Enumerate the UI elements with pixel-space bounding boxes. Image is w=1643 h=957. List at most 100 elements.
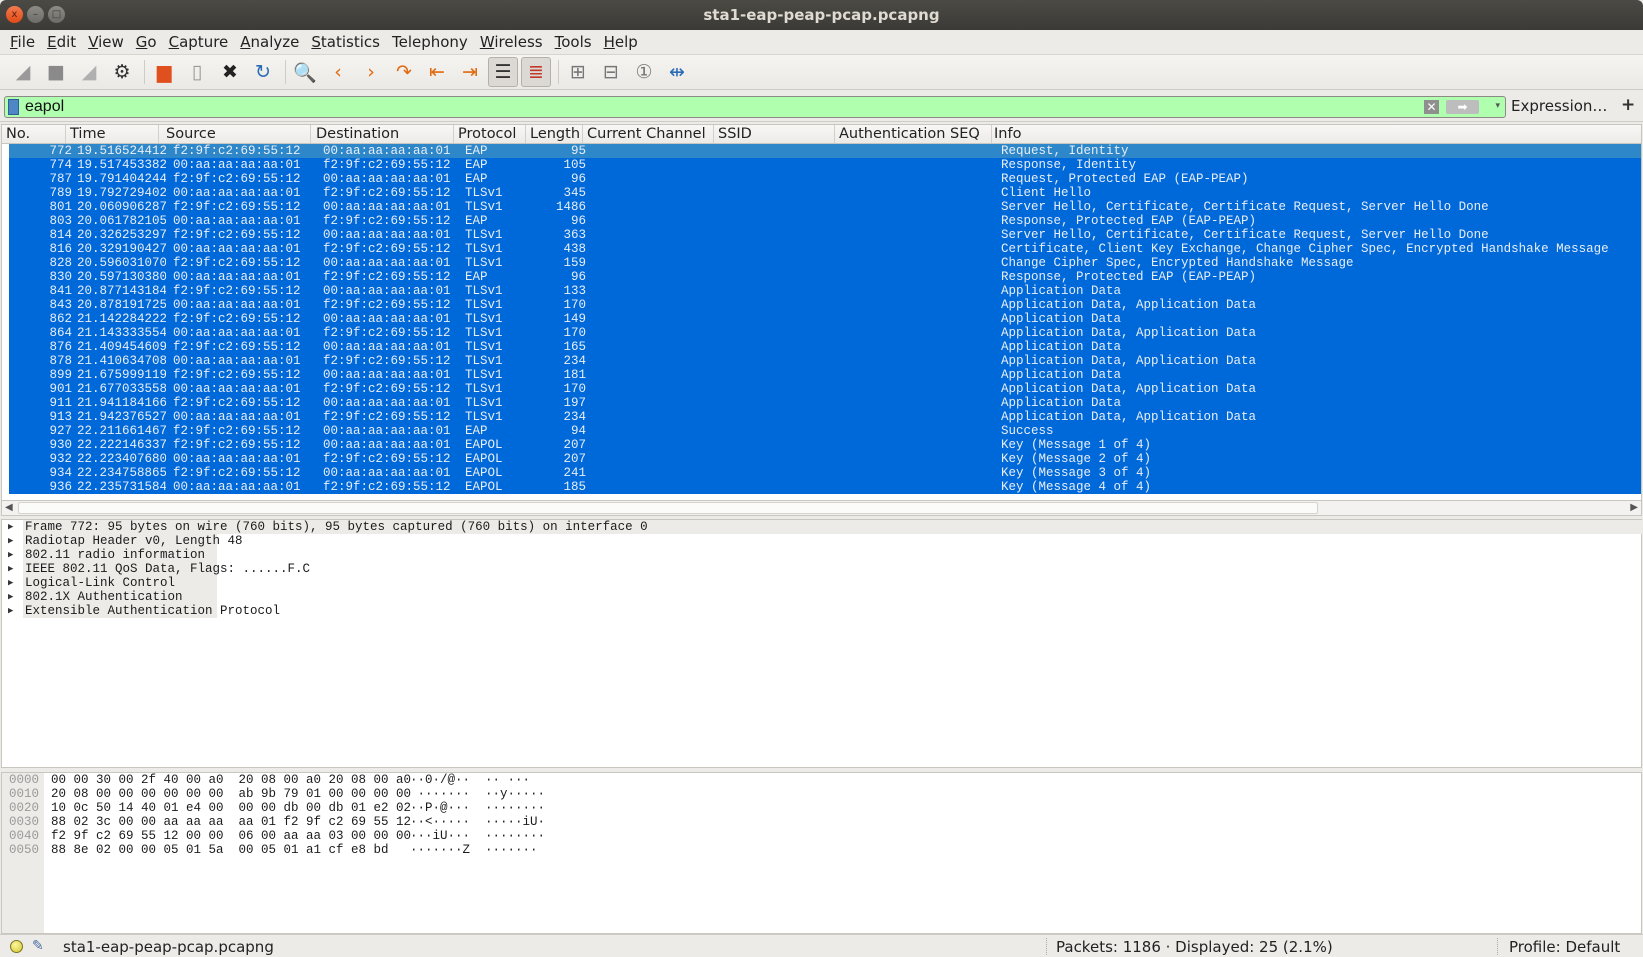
column-header-current-channel[interactable]: Current Channel bbox=[583, 125, 714, 143]
menu-file[interactable]: File bbox=[4, 33, 41, 51]
detail-tree-item[interactable]: ▶ Frame 772: 95 bytes on wire (760 bits),… bbox=[2, 520, 1643, 534]
packet-row[interactable]: 927 22.211661467 f2:9f:c2:69:55:12 00:aa:aa… bbox=[7, 424, 1641, 438]
packet-row[interactable]: 801 20.060906287 f2:9f:c2:69:55:12 00:aa:aa… bbox=[7, 200, 1641, 214]
hex-row[interactable]: 0050 88 8e 02 00 00 05 01 5a 00 05 01 a1 … bbox=[2, 843, 1641, 857]
packet-row[interactable]: 830 20.597130380 00:aa:aa:aa:aa:01 f2:9f:c2… bbox=[7, 270, 1641, 284]
packet-row[interactable]: 772 19.516524412 f2:9f:c2:69:55:12 00:aa:aa… bbox=[7, 144, 1641, 158]
packet-row[interactable]: 876 21.409454609 f2:9f:c2:69:55:12 00:aa:aa… bbox=[7, 340, 1641, 354]
hex-row[interactable]: 0020 10 0c 50 14 40 01 e4 00 00 00 db 00 … bbox=[2, 801, 1641, 815]
detail-tree-item[interactable]: ▶ 802.1X Authentication bbox=[2, 590, 1641, 604]
capture-comment-icon[interactable]: ✎ bbox=[32, 938, 44, 954]
expand-arrow-icon[interactable]: ▶ bbox=[8, 548, 13, 562]
packet-row[interactable]: 864 21.143333554 00:aa:aa:aa:aa:01 f2:9f:c2… bbox=[7, 326, 1641, 340]
detail-tree-item[interactable]: ▶ Radiotap Header v0, Length 48 bbox=[2, 534, 1641, 548]
column-header-info[interactable]: Info bbox=[992, 125, 1641, 143]
detail-tree-item[interactable]: ▶ IEEE 802.11 QoS Data, Flags: ......F.C bbox=[2, 562, 1641, 576]
menu-tools[interactable]: Tools bbox=[549, 33, 598, 51]
column-header-destination[interactable]: Destination bbox=[311, 125, 454, 143]
packet-row[interactable]: 899 21.675999119 f2:9f:c2:69:55:12 00:aa:aa… bbox=[7, 368, 1641, 382]
stop-capture-button[interactable]: ■ bbox=[41, 57, 71, 87]
packet-row[interactable]: 841 20.877143184 f2:9f:c2:69:55:12 00:aa:aa… bbox=[7, 284, 1641, 298]
menu-telephony[interactable]: Telephony bbox=[386, 33, 474, 51]
packet-row[interactable]: 932 22.223407680 00:aa:aa:aa:aa:01 f2:9f:c2… bbox=[7, 452, 1641, 466]
scroll-left-icon[interactable]: ◀ bbox=[5, 502, 13, 513]
close-file-button[interactable]: ✖ bbox=[215, 57, 245, 87]
capture-options-button[interactable]: ⚙ bbox=[107, 57, 137, 87]
go-forward-button[interactable]: › bbox=[356, 57, 386, 87]
detail-tree-item[interactable]: ▶ 802.11 radio information bbox=[2, 548, 1641, 562]
normal-size-button[interactable]: ① bbox=[629, 57, 659, 87]
menu-statistics[interactable]: Statistics bbox=[305, 33, 386, 51]
open-file-button[interactable]: ▆ bbox=[149, 57, 179, 87]
hex-row[interactable]: 0030 88 02 3c 00 00 aa aa aa aa 01 f2 9f … bbox=[2, 815, 1641, 829]
packet-row[interactable]: 862 21.142284222 f2:9f:c2:69:55:12 00:aa:aa… bbox=[7, 312, 1641, 326]
start-capture-button[interactable]: ◢ bbox=[8, 57, 38, 87]
expert-info-led-icon[interactable] bbox=[10, 940, 23, 953]
first-packet-button[interactable]: ⇤ bbox=[422, 57, 452, 87]
add-filter-button[interactable]: + bbox=[1621, 95, 1635, 115]
display-filter-input[interactable] bbox=[25, 97, 1445, 117]
expand-arrow-icon[interactable]: ▶ bbox=[8, 590, 13, 604]
save-file-button[interactable]: ▯ bbox=[182, 57, 212, 87]
menu-capture[interactable]: Capture bbox=[163, 33, 235, 51]
menu-help[interactable]: Help bbox=[598, 33, 644, 51]
find-packet-button[interactable]: 🔍 bbox=[290, 57, 320, 87]
packet-row[interactable]: 934 22.234758865 f2:9f:c2:69:55:12 00:aa:aa… bbox=[7, 466, 1641, 480]
column-header-no[interactable]: No. bbox=[2, 125, 66, 143]
packet-row[interactable]: 843 20.878191725 00:aa:aa:aa:aa:01 f2:9f:c2… bbox=[7, 298, 1641, 312]
packet-row[interactable]: 911 21.941184166 f2:9f:c2:69:55:12 00:aa:aa… bbox=[7, 396, 1641, 410]
packet-row[interactable]: 814 20.326253297 f2:9f:c2:69:55:12 00:aa:aa… bbox=[7, 228, 1641, 242]
go-back-button[interactable]: ‹ bbox=[323, 57, 353, 87]
restart-capture-button[interactable]: ◢ bbox=[74, 57, 104, 87]
packet-details-tree[interactable]: ▶ Frame 772: 95 bytes on wire (760 bits),… bbox=[1, 519, 1643, 768]
packet-list[interactable]: 772 19.516524412 f2:9f:c2:69:55:12 00:aa:aa… bbox=[1, 144, 1642, 500]
clear-filter-icon[interactable]: ✕ bbox=[1424, 100, 1439, 114]
detail-tree-item[interactable]: ▶ Extensible Authentication Protocol bbox=[2, 604, 1641, 618]
packet-row[interactable]: 930 22.222146337 f2:9f:c2:69:55:12 00:aa:aa… bbox=[7, 438, 1641, 452]
detail-tree-item[interactable]: ▶ Logical-Link Control bbox=[2, 576, 1641, 590]
column-header-source[interactable]: Source bbox=[159, 125, 311, 143]
packet-row[interactable]: 913 21.942376527 00:aa:aa:aa:aa:01 f2:9f:c2… bbox=[7, 410, 1641, 424]
packet-row[interactable]: 787 19.791404244 f2:9f:c2:69:55:12 00:aa:aa… bbox=[7, 172, 1641, 186]
packet-row[interactable]: 803 20.061782105 00:aa:aa:aa:aa:01 f2:9f:c2… bbox=[7, 214, 1641, 228]
packet-list-horizontal-scrollbar[interactable]: ◀ ▶ bbox=[1, 500, 1642, 516]
expand-arrow-icon[interactable]: ▶ bbox=[8, 534, 13, 548]
packet-row[interactable]: 828 20.596031070 f2:9f:c2:69:55:12 00:aa:aa… bbox=[7, 256, 1641, 270]
auto-scroll-button[interactable]: ☰ bbox=[488, 57, 518, 87]
zoom-in-button[interactable]: ⊞ bbox=[563, 57, 593, 87]
filter-history-dropdown-icon[interactable]: ▾ bbox=[1495, 101, 1500, 111]
packet-row[interactable]: 936 22.235731584 00:aa:aa:aa:aa:01 f2:9f:c2… bbox=[7, 480, 1641, 494]
expand-arrow-icon[interactable]: ▶ bbox=[8, 576, 13, 590]
menu-analyze[interactable]: Analyze bbox=[234, 33, 305, 51]
expression-button[interactable]: Expression… bbox=[1511, 97, 1607, 115]
menu-edit[interactable]: Edit bbox=[41, 33, 82, 51]
expand-arrow-icon[interactable]: ▶ bbox=[8, 604, 13, 618]
scroll-right-icon[interactable]: ▶ bbox=[1630, 502, 1638, 513]
reload-file-button[interactable]: ↻ bbox=[248, 57, 278, 87]
packet-row[interactable]: 789 19.792729402 00:aa:aa:aa:aa:01 f2:9f:c2… bbox=[7, 186, 1641, 200]
resize-columns-button[interactable]: ⇹ bbox=[662, 57, 692, 87]
packet-row[interactable]: 774 19.517453382 00:aa:aa:aa:aa:01 f2:9f:c2… bbox=[7, 158, 1641, 172]
menu-view[interactable]: View bbox=[82, 33, 130, 51]
packet-row[interactable]: 901 21.677033558 00:aa:aa:aa:aa:01 f2:9f:c2… bbox=[7, 382, 1641, 396]
expand-arrow-icon[interactable]: ▶ bbox=[8, 562, 13, 576]
hex-row[interactable]: 0040 f2 9f c2 69 55 12 00 00 06 00 aa aa … bbox=[2, 829, 1641, 843]
scrollbar-thumb[interactable] bbox=[18, 502, 1318, 514]
menu-go[interactable]: Go bbox=[130, 33, 163, 51]
apply-filter-icon[interactable]: ➡ bbox=[1446, 100, 1479, 114]
hex-row[interactable]: 0010 20 08 00 00 00 00 00 00 ab 9b 79 01 … bbox=[2, 787, 1641, 801]
column-header-length[interactable]: Length bbox=[526, 125, 583, 143]
last-packet-button[interactable]: ⇥ bbox=[455, 57, 485, 87]
packet-bytes-pane[interactable]: 0000 00 00 30 00 2f 40 00 a0 20 08 00 a0 … bbox=[1, 772, 1642, 934]
go-to-packet-button[interactable]: ↷ bbox=[389, 57, 419, 87]
hex-row[interactable]: 0000 00 00 30 00 2f 40 00 a0 20 08 00 a0 … bbox=[2, 773, 1641, 787]
colorize-button[interactable]: ≣ bbox=[521, 57, 551, 87]
bookmark-icon[interactable] bbox=[8, 99, 19, 115]
column-header-authentication-seq[interactable]: Authentication SEQ bbox=[835, 125, 992, 143]
status-profile[interactable]: Profile: Default bbox=[1509, 938, 1620, 956]
expand-arrow-icon[interactable]: ▶ bbox=[8, 520, 13, 534]
column-header-time[interactable]: Time bbox=[66, 125, 159, 143]
column-header-protocol[interactable]: Protocol bbox=[454, 125, 526, 143]
menu-wireless[interactable]: Wireless bbox=[474, 33, 549, 51]
zoom-out-button[interactable]: ⊟ bbox=[596, 57, 626, 87]
